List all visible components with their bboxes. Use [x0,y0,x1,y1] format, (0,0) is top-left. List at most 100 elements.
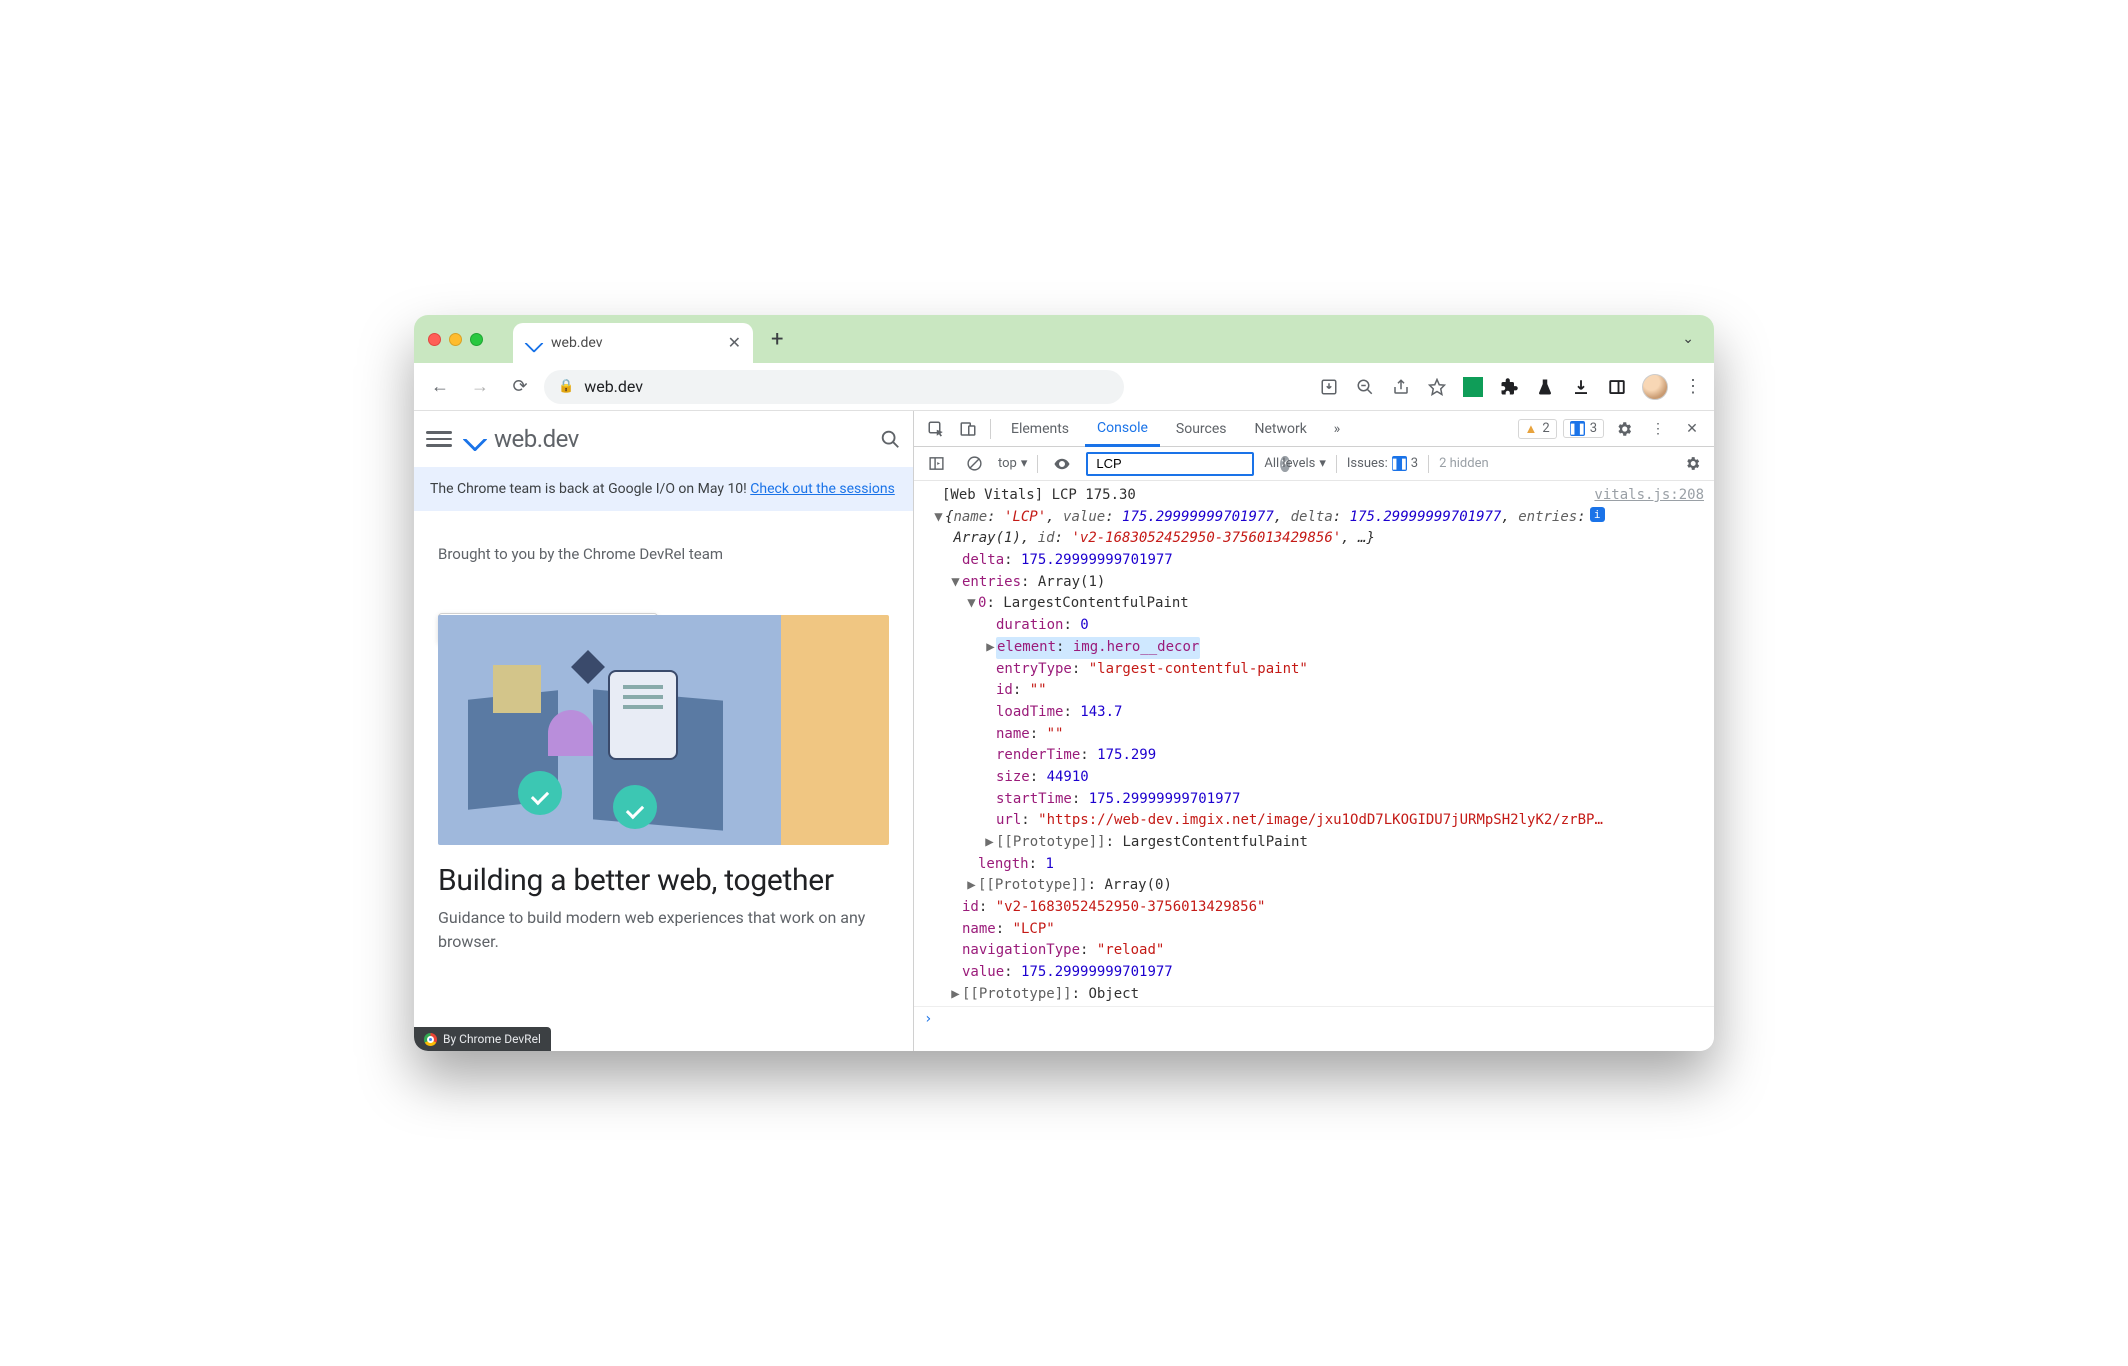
log-level-selector[interactable]: All levels▾ [1264,456,1326,471]
outer-id: "v2-1683052452950-3756013429856" [996,899,1266,915]
context-value: top [998,456,1017,471]
warnings-pill[interactable]: ▲ 2 [1518,419,1557,439]
star-icon[interactable] [1426,376,1448,398]
entrytype-value: "largest-contentful-paint" [1089,661,1308,677]
search-icon[interactable] [879,428,901,450]
banner-text: The Chrome team is back at Google I/O on… [430,481,750,497]
outer-navtype: "reload" [1097,942,1164,958]
close-devtools-icon[interactable]: ✕ [1678,415,1706,443]
warning-icon: ▲ [1525,421,1538,437]
browser-tab[interactable]: web.dev ✕ [513,323,753,363]
console-filter-bar: top ▾ ✕ All levels▾ Issues: ❚❚ 3 [914,447,1714,481]
omnibox[interactable]: 🔒 web.dev [544,370,1124,404]
issues-link[interactable]: Issues: ❚❚ 3 [1347,456,1418,471]
tab-console[interactable]: Console [1085,412,1160,447]
share-icon[interactable] [1390,376,1412,398]
tab-network[interactable]: Network [1243,411,1319,446]
flask-icon[interactable] [1534,376,1556,398]
banner: The Chrome team is back at Google I/O on… [414,467,913,511]
tab-strip: web.dev ✕ [513,315,753,363]
back-button[interactable]: ← [424,371,456,403]
devtools: Elements Console Sources Network » ▲ 2 ❚… [914,411,1714,1051]
filter-input-wrap: ✕ [1086,452,1254,476]
chevron-down-icon: ▾ [1021,456,1028,471]
tab-overflow-button[interactable]: ⌄ [1676,325,1700,353]
info-count: 3 [1590,421,1597,436]
issues-label: Issues: [1347,456,1388,471]
side-panel-icon[interactable] [1606,376,1628,398]
console-output: [Web Vitals] LCP 175.30 vitals.js:208 ▼ … [914,481,1714,1051]
install-icon[interactable] [1318,376,1340,398]
avatar[interactable] [1642,374,1668,400]
disclosure-triangle-icon[interactable]: ▼ [949,572,962,594]
tab-sources[interactable]: Sources [1164,411,1239,446]
outer-value: 175.29999999701977 [1021,964,1173,980]
hero-intro: Brought to you by the Chrome DevRel team [414,511,913,569]
log-object-summary[interactable]: ▼ {name: 'LCP', value: 175.2999999970197… [914,507,1714,550]
inspect-icon[interactable] [922,415,950,443]
tab-overflow-icon[interactable]: » [1323,415,1351,443]
close-window-button[interactable] [428,333,441,346]
extensions-icon[interactable] [1498,376,1520,398]
length-value: 1 [1045,856,1053,872]
hamburger-icon[interactable] [426,431,452,447]
disclosure-triangle-icon[interactable]: ▶ [983,832,996,854]
extension-green[interactable] [1462,376,1484,398]
disclosure-triangle-icon[interactable]: ▼ [932,507,945,529]
disclosure-triangle-icon[interactable]: ▼ [965,593,978,615]
zoom-icon[interactable] [1354,376,1376,398]
warning-count: 2 [1542,421,1549,436]
duration-value: 0 [1080,617,1088,633]
page-subheading: Guidance to build modern web experiences… [414,904,913,970]
brand[interactable]: web.dev [464,425,579,453]
forward-button[interactable]: → [464,371,496,403]
attribution-badge: By Chrome DevRel [414,1027,551,1051]
live-expression-icon[interactable] [1048,450,1076,478]
element-ref[interactable]: img.hero__decor [1073,639,1199,655]
chrome-menu-icon[interactable]: ⋮ [1682,376,1704,398]
clear-console-icon[interactable] [960,450,988,478]
console-settings-icon[interactable] [1678,450,1706,478]
reload-button[interactable]: ⟳ [504,371,536,403]
device-toggle-icon[interactable] [954,415,982,443]
object-body: delta: 175.29999999701977 ▼entries: Arra… [914,550,1714,1005]
info-badge-icon[interactable]: i [1590,507,1605,522]
loadtime-value: 143.7 [1080,704,1122,720]
brand-logo-icon [464,428,486,450]
minimize-window-button[interactable] [449,333,462,346]
maximize-window-button[interactable] [470,333,483,346]
info-pill[interactable]: ❚❚ 3 [1563,419,1604,438]
hidden-count[interactable]: 2 hidden [1439,456,1489,471]
brand-text: web.dev [494,425,579,453]
source-link[interactable]: vitals.js:208 [1594,485,1704,507]
proto-entry: LargestContentfulPaint [1122,834,1307,850]
filter-input[interactable] [1094,455,1274,472]
console-prompt[interactable]: › [914,1006,1714,1033]
disclosure-triangle-icon[interactable]: ▶ [965,875,978,897]
log-head: [Web Vitals] LCP 175.30 [942,485,1136,507]
id-value: "" [1030,682,1047,698]
chevron-down-icon: ▾ [1319,456,1326,471]
proto-object: Object [1088,986,1139,1002]
page-header: web.dev [414,411,913,467]
hero-image [438,615,889,845]
favicon-icon [525,334,543,352]
devtools-menu-icon[interactable]: ⋮ [1644,415,1672,443]
info-icon: ❚❚ [1570,421,1585,436]
sidebar-toggle-icon[interactable] [922,450,950,478]
disclosure-triangle-icon[interactable]: ▶ [949,984,962,1006]
new-tab-button[interactable]: + [763,327,791,352]
disclosure-triangle-icon[interactable]: ▶ [984,637,997,659]
toolbar-right: ⋮ [1318,374,1704,400]
tab-elements[interactable]: Elements [999,411,1081,446]
context-selector[interactable]: top ▾ [998,456,1027,471]
attribution-text: By Chrome DevRel [443,1032,541,1046]
page-heading: Building a better web, together [414,845,913,904]
banner-link[interactable]: Check out the sessions [750,481,895,497]
settings-icon[interactable] [1610,415,1638,443]
url-text: web.dev [584,377,643,396]
rendertime-value: 175.299 [1097,747,1156,763]
log-line: [Web Vitals] LCP 175.30 vitals.js:208 [914,485,1714,507]
close-tab-icon[interactable]: ✕ [728,335,741,351]
download-icon[interactable] [1570,376,1592,398]
